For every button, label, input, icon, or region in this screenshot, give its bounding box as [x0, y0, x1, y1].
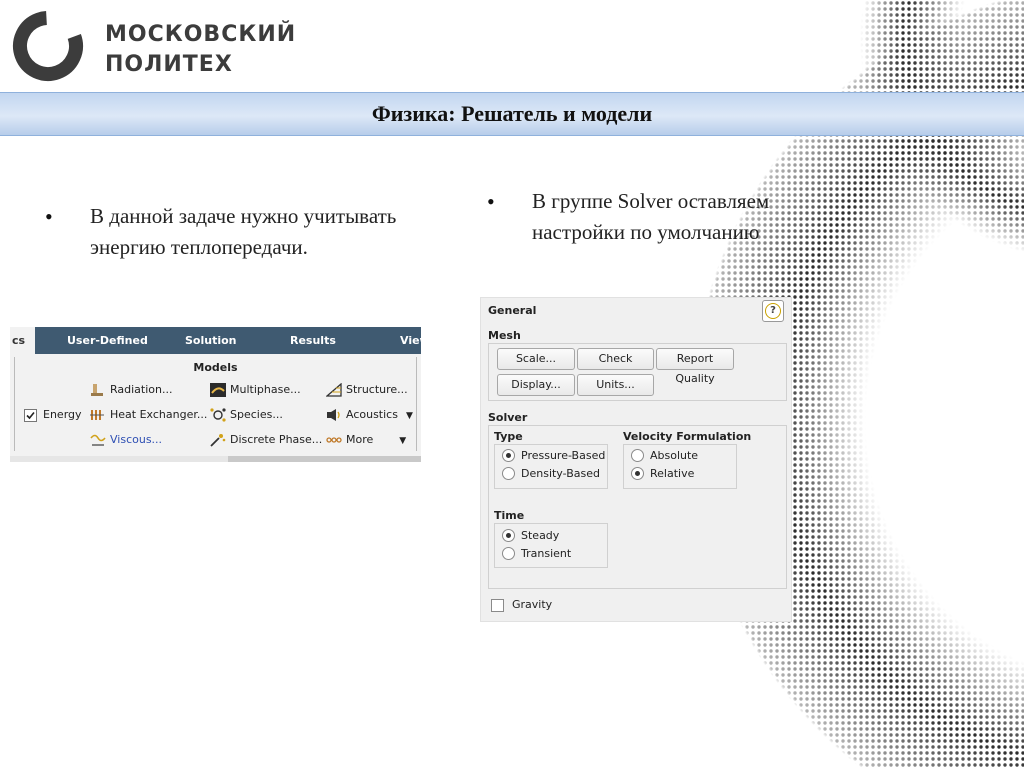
tab-view[interactable]: View [400, 327, 421, 354]
absolute-label: Absolute [650, 449, 699, 462]
gravity-checkbox[interactable]: Gravity [491, 598, 552, 612]
acoustics-label: Acoustics [346, 408, 398, 421]
velocity-formulation-label: Velocity Formulation [623, 430, 752, 443]
multiphase-button[interactable]: Multiphase... [210, 381, 301, 399]
radiation-button[interactable]: Radiation... [90, 381, 172, 399]
structure-label: Structure... [346, 383, 408, 396]
viscous-icon [90, 433, 106, 447]
energy-label: Energy [43, 408, 82, 421]
ribbon-tab-bar: cs User-Defined Solution Results View [10, 327, 421, 354]
structure-icon [325, 382, 342, 397]
display-button[interactable]: Display... [497, 374, 575, 396]
units-button[interactable]: Units... [577, 374, 654, 396]
type-label: Type [494, 430, 523, 443]
absolute-radio[interactable]: Absolute [631, 448, 699, 463]
bullet-right-line-2: настройки по умолчанию [532, 220, 760, 244]
relative-radio[interactable]: Relative [631, 466, 695, 481]
checkmark-icon [24, 408, 37, 422]
viscous-label: Viscous... [110, 433, 163, 446]
chevron-down-icon[interactable]: ▼ [399, 436, 406, 446]
report-quality-button[interactable]: Report Quality [656, 348, 734, 385]
radiation-label: Radiation... [110, 383, 173, 396]
checkbox-unchecked-icon [491, 598, 504, 612]
discrete-phase-icon [210, 433, 226, 447]
scale-button[interactable]: Scale... [497, 348, 575, 370]
title-bar: Физика: Решатель и модели [0, 92, 1024, 136]
acoustics-icon [326, 408, 342, 422]
species-label: Species... [230, 408, 283, 421]
acoustics-button[interactable]: Acoustics ▼ [326, 406, 413, 424]
more-label: More [346, 433, 374, 446]
tab-results[interactable]: Results [290, 327, 336, 354]
pressure-based-label: Pressure-Based [521, 449, 606, 462]
species-icon [210, 408, 226, 422]
steady-radio[interactable]: Steady [502, 528, 560, 543]
help-button[interactable]: ? [762, 300, 784, 322]
viscous-button[interactable]: Viscous... [90, 431, 162, 449]
tab-user-defined[interactable]: User-Defined [67, 327, 148, 354]
relative-label: Relative [650, 467, 695, 480]
bullet-left-line-2: энергию теплопередачи. [90, 235, 308, 259]
check-button[interactable]: Check [577, 348, 654, 370]
multiphase-label: Multiphase... [230, 383, 301, 396]
transient-label: Transient [521, 547, 572, 560]
logo-line-2: ПОЛИТЕХ [105, 52, 233, 77]
bullet-right: • В группе Solver оставляем настройки по… [487, 186, 832, 248]
heat-exchanger-label: Heat Exchanger... [110, 408, 208, 421]
bullet-dot-icon: • [487, 189, 495, 214]
radiation-icon [90, 383, 106, 397]
slide-title: Физика: Решатель и модели [371, 101, 653, 126]
more-button[interactable]: More ▼ [326, 431, 406, 449]
gravity-label: Gravity [512, 598, 553, 611]
ribbon-scrollbar[interactable] [10, 456, 421, 462]
models-group-title: Models [193, 361, 238, 374]
chevron-down-icon[interactable]: ▼ [406, 411, 413, 421]
multiphase-icon [210, 383, 226, 397]
bullet-left-line-1: В данной задаче нужно учитывать [90, 204, 397, 228]
radio-unselected-icon [631, 448, 644, 462]
density-based-radio[interactable]: Density-Based [502, 466, 600, 481]
time-label: Time [494, 509, 525, 522]
logo-text: МОСКОВСКИЙ ПОЛИТЕХ [105, 20, 296, 80]
tab-solution[interactable]: Solution [185, 327, 237, 354]
more-icon [326, 433, 342, 447]
steady-label: Steady [521, 529, 560, 542]
heat-exchanger-button[interactable]: Heat Exchanger... [90, 406, 207, 424]
discrete-phase-button[interactable]: Discrete Phase... [210, 431, 322, 449]
mesh-label: Mesh [488, 329, 521, 342]
bullet-left: • В данной задаче нужно учитывать энерги… [45, 201, 480, 263]
structure-button[interactable]: Structure... [325, 381, 408, 399]
discrete-phase-label: Discrete Phase... [230, 433, 323, 446]
heat-exchanger-icon [90, 408, 106, 422]
radio-selected-icon [502, 448, 515, 462]
energy-checkbox[interactable]: Energy [24, 406, 82, 424]
radio-unselected-icon [502, 546, 515, 560]
radio-selected-icon [631, 466, 644, 480]
radio-selected-icon [502, 528, 515, 542]
ribbon-panel: cs User-Defined Solution Results View Mo… [10, 327, 421, 462]
bullet-dot-icon: • [45, 204, 53, 229]
scrollbar-thumb[interactable] [10, 456, 228, 462]
transient-radio[interactable]: Transient [502, 546, 572, 561]
radio-unselected-icon [502, 466, 515, 480]
logo-icon [13, 11, 83, 81]
tab-physics[interactable]: cs [10, 327, 36, 354]
logo-line-1: МОСКОВСКИЙ [105, 22, 297, 47]
bullet-right-line-1: В группе Solver оставляем [532, 189, 770, 213]
solver-label: Solver [488, 411, 528, 424]
general-panel: General ? Mesh Scale... Check Report Qua… [480, 297, 792, 622]
general-title: General [488, 304, 537, 317]
help-icon: ? [765, 303, 781, 319]
pressure-based-radio[interactable]: Pressure-Based [502, 448, 606, 463]
species-button[interactable]: Species... [210, 406, 283, 424]
density-based-label: Density-Based [521, 467, 600, 480]
